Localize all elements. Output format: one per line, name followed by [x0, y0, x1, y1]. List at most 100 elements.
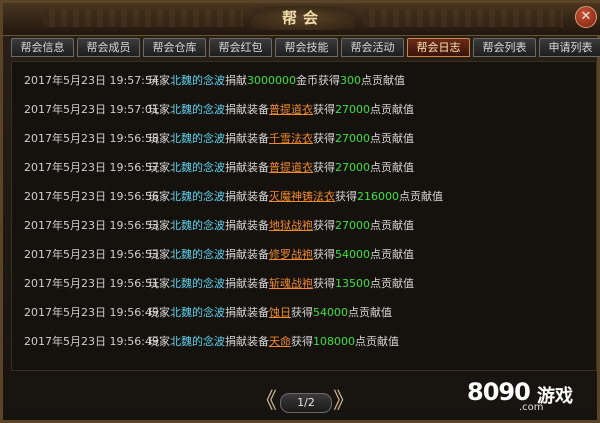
item-link[interactable]: 修罗战袍	[269, 248, 313, 261]
tab-application-list[interactable]: 申请列表	[539, 38, 600, 57]
log-time: 2017年5月23日 19:56:58	[24, 132, 159, 145]
guild-window: 帮会 ✕ 帮会信息 帮会成员 帮会仓库 帮会红包 帮会技能 帮会活动 帮会日志 …	[0, 0, 600, 423]
log-text: 点贡献值	[370, 161, 414, 174]
log-text: 点贡献值	[370, 132, 414, 145]
log-text: 捐献装备	[225, 277, 269, 290]
item-link[interactable]: 普提道衣	[269, 103, 313, 116]
contribution-points: 27000	[335, 132, 370, 145]
contribution-points: 27000	[335, 219, 370, 232]
player-name: 北魏的念波	[170, 132, 225, 145]
log-row: 2017年5月23日 19:57:54玩家北魏的念波捐献3000000金币获得3…	[24, 73, 405, 89]
title-ornament-right	[363, 9, 563, 27]
prev-page-icon[interactable]: 《	[255, 391, 277, 415]
log-time: 2017年5月23日 19:56:53	[24, 219, 159, 232]
log-text: 玩家	[148, 219, 170, 232]
item-link[interactable]: 地狱战袍	[269, 219, 313, 232]
log-time: 2017年5月23日 19:56:49	[24, 306, 159, 319]
logo-domain: .com	[519, 402, 544, 413]
close-icon[interactable]: ✕	[575, 6, 597, 28]
player-name: 北魏的念波	[170, 161, 225, 174]
tab-guild-log[interactable]: 帮会日志	[407, 38, 470, 57]
log-text: 点贡献值	[370, 103, 414, 116]
log-row: 2017年5月23日 19:56:56玩家北魏的念波捐献装备灭魔神铸法衣获得21…	[24, 189, 443, 205]
player-name: 北魏的念波	[170, 74, 225, 87]
log-text: 玩家	[148, 132, 170, 145]
tab-guild-red-packet[interactable]: 帮会红包	[209, 38, 272, 57]
tab-guild-warehouse[interactable]: 帮会仓库	[143, 38, 206, 57]
log-text: 捐献装备	[225, 161, 269, 174]
player-name: 北魏的念波	[170, 248, 225, 261]
log-row: 2017年5月23日 19:56:53玩家北魏的念波捐献装备修罗战袍获得5400…	[24, 247, 414, 263]
item-link[interactable]: 斩魂战袍	[269, 277, 313, 290]
log-text: 点贡献值	[361, 74, 405, 87]
item-link[interactable]: 天命	[269, 335, 291, 348]
log-text: 玩家	[148, 74, 170, 87]
log-text: 玩家	[148, 190, 170, 203]
log-text: 捐献	[225, 74, 247, 87]
log-time: 2017年5月23日 19:56:57	[24, 161, 159, 174]
log-text: 玩家	[148, 248, 170, 261]
contribution-points: 54000	[335, 248, 370, 261]
tab-bar: 帮会信息 帮会成员 帮会仓库 帮会红包 帮会技能 帮会活动 帮会日志 帮会列表 …	[11, 38, 600, 58]
log-text: 获得	[313, 132, 335, 145]
log-text: 点贡献值	[348, 306, 392, 319]
log-row: 2017年5月23日 19:57:01玩家北魏的念波捐献装备普提道衣获得2700…	[24, 102, 414, 118]
log-text: 捐献装备	[225, 219, 269, 232]
player-name: 北魏的念波	[170, 277, 225, 290]
log-time: 2017年5月23日 19:57:01	[24, 103, 159, 116]
next-page-icon[interactable]: 》	[333, 391, 355, 415]
log-row: 2017年5月23日 19:56:49玩家北魏的念波捐献装备蚀日获得54000点…	[24, 305, 392, 321]
contribution-points: 27000	[335, 161, 370, 174]
log-text: 获得	[313, 277, 335, 290]
contribution-points: 13500	[335, 277, 370, 290]
tab-guild-info[interactable]: 帮会信息	[11, 38, 74, 57]
title-bar: 帮会 ✕	[3, 3, 600, 36]
contribution-points: 300	[340, 74, 361, 87]
log-text: 点贡献值	[355, 335, 399, 348]
log-row: 2017年5月23日 19:56:49玩家北魏的念波捐献装备天命获得108000…	[24, 334, 399, 350]
log-text: 捐献装备	[225, 306, 269, 319]
log-text: 点贡献值	[370, 248, 414, 261]
tab-guild-list[interactable]: 帮会列表	[473, 38, 536, 57]
log-text: 获得	[313, 219, 335, 232]
tab-guild-activities[interactable]: 帮会活动	[341, 38, 404, 57]
log-time: 2017年5月23日 19:56:49	[24, 335, 159, 348]
log-row: 2017年5月23日 19:56:53玩家北魏的念波捐献装备地狱战袍获得2700…	[24, 218, 414, 234]
log-text: 捐献装备	[225, 248, 269, 261]
log-text: 玩家	[148, 103, 170, 116]
window-title: 帮会	[251, 6, 355, 30]
contribution-points: 27000	[335, 103, 370, 116]
contribution-points: 108000	[313, 335, 355, 348]
log-text: 玩家	[148, 277, 170, 290]
log-text: 捐献装备	[225, 190, 269, 203]
log-text: 金币获得	[296, 74, 340, 87]
log-panel: 2017年5月23日 19:57:54玩家北魏的念波捐献3000000金币获得3…	[11, 61, 597, 371]
item-link[interactable]: 灭魔神铸法衣	[269, 190, 335, 203]
player-name: 北魏的念波	[170, 190, 225, 203]
log-time: 2017年5月23日 19:56:53	[24, 248, 159, 261]
title-ornament-left	[43, 9, 243, 27]
log-row: 2017年5月23日 19:56:57玩家北魏的念波捐献装备普提道衣获得2700…	[24, 160, 414, 176]
log-text: 获得	[313, 103, 335, 116]
log-text: 点贡献值	[399, 190, 443, 203]
log-text: 点贡献值	[370, 277, 414, 290]
log-row: 2017年5月23日 19:56:51玩家北魏的念波捐献装备斩魂战袍获得1350…	[24, 276, 414, 292]
log-text: 玩家	[148, 161, 170, 174]
log-text: 捐献装备	[225, 335, 269, 348]
tab-guild-skills[interactable]: 帮会技能	[275, 38, 338, 57]
contribution-points: 216000	[357, 190, 399, 203]
log-text: 点贡献值	[370, 219, 414, 232]
gold-amount: 3000000	[247, 74, 296, 87]
item-link[interactable]: 千雪法衣	[269, 132, 313, 145]
log-text: 获得	[313, 161, 335, 174]
player-name: 北魏的念波	[170, 219, 225, 232]
tab-guild-members[interactable]: 帮会成员	[77, 38, 140, 57]
log-time: 2017年5月23日 19:57:54	[24, 74, 159, 87]
log-text: 获得	[335, 190, 357, 203]
item-link[interactable]: 普提道衣	[269, 161, 313, 174]
player-name: 北魏的念波	[170, 335, 225, 348]
log-text: 玩家	[148, 335, 170, 348]
log-text: 获得	[313, 248, 335, 261]
log-text: 获得	[291, 306, 313, 319]
item-link[interactable]: 蚀日	[269, 306, 291, 319]
